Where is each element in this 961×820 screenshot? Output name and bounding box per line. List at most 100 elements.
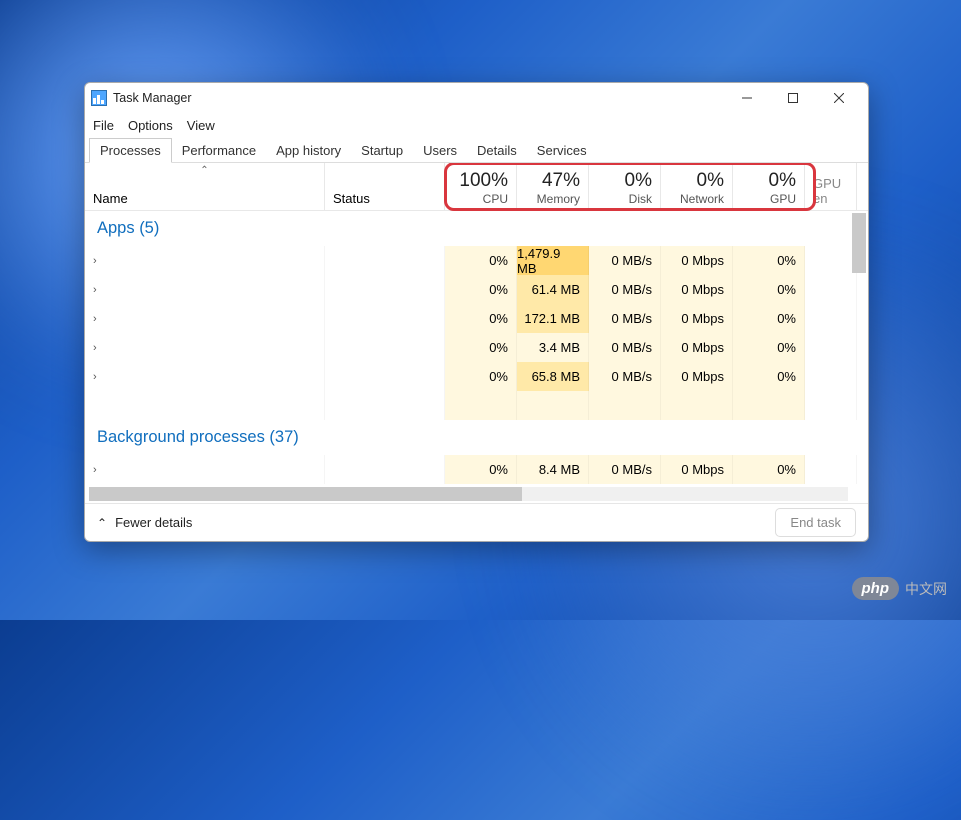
column-headers: ⌃ Name Status 100% CPU 47% Memory 0% Dis… xyxy=(85,163,868,211)
cell-extra xyxy=(805,333,857,362)
tab-performance[interactable]: Performance xyxy=(172,139,266,162)
cell-cpu: 0% xyxy=(445,333,517,362)
table-row[interactable]: ›0%172.1 MB0 MB/s0 Mbps0% xyxy=(85,304,868,333)
group-header[interactable]: Background processes (37) xyxy=(85,420,868,455)
cell-cpu: 0% xyxy=(445,304,517,333)
cell-status xyxy=(325,304,445,333)
minimize-icon xyxy=(742,93,752,103)
titlebar[interactable]: Task Manager xyxy=(85,83,868,113)
chevron-right-icon[interactable]: › xyxy=(93,464,97,476)
chevron-right-icon[interactable]: › xyxy=(93,313,97,325)
window-controls xyxy=(724,83,862,113)
cell-status xyxy=(325,246,445,275)
menu-options[interactable]: Options xyxy=(128,118,173,133)
table-row[interactable]: ›0%1,479.9 MB0 MB/s0 Mbps0% xyxy=(85,246,868,275)
footer: ⌃ Fewer details End task xyxy=(85,503,868,541)
col-status-label: Status xyxy=(333,191,436,206)
cell-memory: 172.1 MB xyxy=(517,304,589,333)
table-row[interactable]: ›0%61.4 MB0 MB/s0 Mbps0% xyxy=(85,275,868,304)
sort-indicator-icon: ⌃ xyxy=(200,165,208,176)
cell-name: › xyxy=(85,362,325,391)
col-network[interactable]: 0% Network xyxy=(661,163,733,210)
chevron-right-icon[interactable]: › xyxy=(93,284,97,296)
cell-name: › xyxy=(85,333,325,362)
menubar: File Options View xyxy=(85,113,868,137)
maximize-button[interactable] xyxy=(770,83,816,113)
process-grid: ⌃ Name Status 100% CPU 47% Memory 0% Dis… xyxy=(85,163,868,503)
tab-services[interactable]: Services xyxy=(527,139,597,162)
group-header[interactable]: Apps (5) xyxy=(85,211,868,246)
col-name[interactable]: ⌃ Name xyxy=(85,163,325,210)
end-task-button[interactable]: End task xyxy=(775,508,856,537)
cell-network: 0 Mbps xyxy=(661,333,733,362)
fewer-details-label: Fewer details xyxy=(115,515,192,530)
cell-disk: 0 MB/s xyxy=(589,455,661,484)
cell-disk: 0 MB/s xyxy=(589,246,661,275)
menu-view[interactable]: View xyxy=(187,118,215,133)
col-gpu[interactable]: 0% GPU xyxy=(733,163,805,210)
cell-name: › xyxy=(85,275,325,304)
cell-extra xyxy=(805,455,857,484)
cpu-lbl: CPU xyxy=(483,192,508,206)
cell-status xyxy=(325,455,445,484)
tab-users[interactable]: Users xyxy=(413,139,467,162)
table-row[interactable]: ›0%3.4 MB0 MB/s0 Mbps0% xyxy=(85,333,868,362)
tab-startup[interactable]: Startup xyxy=(351,139,413,162)
cell-disk: 0 MB/s xyxy=(589,275,661,304)
menu-file[interactable]: File xyxy=(93,118,114,133)
cell-network: 0 Mbps xyxy=(661,304,733,333)
tab-app-history[interactable]: App history xyxy=(266,139,351,162)
cell-gpu: 0% xyxy=(733,333,805,362)
window-title: Task Manager xyxy=(113,91,192,105)
chevron-right-icon[interactable]: › xyxy=(93,342,97,354)
cell-extra xyxy=(805,275,857,304)
vertical-scrollbar[interactable] xyxy=(852,213,866,273)
mem-pct: 47% xyxy=(542,170,580,192)
cell-cpu: 0% xyxy=(445,455,517,484)
col-cpu[interactable]: 100% CPU xyxy=(445,163,517,210)
cell-cpu: 0% xyxy=(445,275,517,304)
cell-memory: 65.8 MB xyxy=(517,362,589,391)
cpu-pct: 100% xyxy=(459,170,508,192)
close-button[interactable] xyxy=(816,83,862,113)
cell-cpu: 0% xyxy=(445,362,517,391)
fewer-details-toggle[interactable]: ⌃ Fewer details xyxy=(97,515,192,530)
chevron-right-icon[interactable]: › xyxy=(93,255,97,267)
cell-name: › xyxy=(85,246,325,275)
tabbar: Processes Performance App history Startu… xyxy=(85,137,868,163)
col-extra-label: GPU en xyxy=(813,176,848,206)
tab-processes[interactable]: Processes xyxy=(89,138,172,163)
gpu-pct: 0% xyxy=(769,170,796,192)
col-name-label: Name xyxy=(93,191,316,206)
cell-disk: 0 MB/s xyxy=(589,304,661,333)
cell-name: › xyxy=(85,304,325,333)
horizontal-scrollbar-track[interactable] xyxy=(89,487,848,501)
col-status[interactable]: Status xyxy=(325,163,445,210)
col-disk[interactable]: 0% Disk xyxy=(589,163,661,210)
task-manager-icon xyxy=(91,90,107,106)
table-row[interactable]: ›0%65.8 MB0 MB/s0 Mbps0% xyxy=(85,362,868,391)
chevron-up-icon: ⌃ xyxy=(97,516,107,530)
cell-extra xyxy=(805,304,857,333)
cell-memory: 61.4 MB xyxy=(517,275,589,304)
table-row[interactable]: ›0%8.4 MB0 MB/s0 Mbps0% xyxy=(85,455,868,484)
cell-gpu: 0% xyxy=(733,455,805,484)
cell-extra xyxy=(805,362,857,391)
tab-details[interactable]: Details xyxy=(467,139,527,162)
cell-network: 0 Mbps xyxy=(661,362,733,391)
minimize-button[interactable] xyxy=(724,83,770,113)
cell-status xyxy=(325,362,445,391)
cell-memory: 3.4 MB xyxy=(517,333,589,362)
rows-host: Apps (5)›0%1,479.9 MB0 MB/s0 Mbps0%›0%61… xyxy=(85,211,868,484)
horizontal-scrollbar-thumb[interactable] xyxy=(89,487,522,501)
cell-memory: 8.4 MB xyxy=(517,455,589,484)
col-gpu-engine[interactable]: GPU en xyxy=(805,163,857,210)
close-icon xyxy=(834,93,844,103)
chevron-right-icon[interactable]: › xyxy=(93,371,97,383)
gap-row xyxy=(85,391,868,420)
cell-name: › xyxy=(85,455,325,484)
cell-status xyxy=(325,333,445,362)
col-memory[interactable]: 47% Memory xyxy=(517,163,589,210)
watermark: php 中文网 xyxy=(852,577,948,600)
cell-cpu: 0% xyxy=(445,246,517,275)
